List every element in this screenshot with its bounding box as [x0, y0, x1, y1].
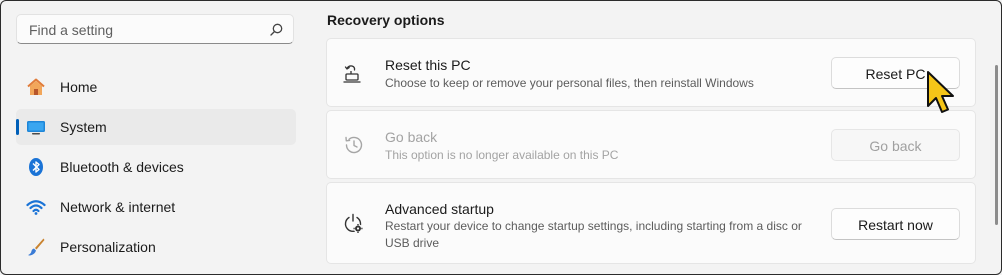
bluetooth-icon — [29, 158, 43, 176]
sidebar-item-system[interactable]: System — [16, 109, 296, 145]
sidebar-item-label: Network & internet — [60, 199, 176, 215]
home-icon — [27, 78, 45, 95]
history-icon — [345, 136, 363, 154]
reset-pc-icon — [343, 65, 361, 83]
sidebar-item-label: Personalization — [60, 239, 156, 255]
advanced-startup-card: Advanced startup Restart your device to … — [326, 182, 976, 264]
advanced-startup-icon — [344, 213, 363, 233]
sidebar-item-personalization[interactable]: Personalization — [16, 229, 296, 265]
option-description: Choose to keep or remove your personal f… — [385, 76, 754, 90]
sidebar-item-label: System — [60, 119, 107, 135]
search-box[interactable] — [16, 14, 294, 44]
section-title: Recovery options — [327, 12, 445, 28]
sidebar-item-home[interactable]: Home — [16, 69, 296, 105]
reset-pc-card: Reset this PC Choose to keep or remove y… — [326, 38, 976, 107]
sidebar-item-label: Bluetooth & devices — [60, 159, 184, 175]
option-description: Restart your device to change startup se… — [385, 219, 802, 250]
option-title: Go back — [385, 129, 438, 145]
restart-now-button[interactable]: Restart now — [831, 208, 960, 240]
sidebar-item-label: Home — [60, 79, 98, 95]
search-icon[interactable] — [270, 23, 283, 36]
option-description: This option is no longer available on th… — [385, 148, 619, 162]
wifi-icon — [26, 200, 46, 215]
scrollbar[interactable] — [995, 65, 998, 225]
settings-window: Home System Bluetooth & devices Network … — [0, 0, 1002, 275]
option-title: Reset this PC — [385, 57, 471, 73]
mouse-cursor-icon — [927, 71, 954, 113]
active-indicator — [16, 119, 19, 135]
system-monitor-icon — [27, 121, 45, 135]
sidebar-item-network[interactable]: Network & internet — [16, 189, 296, 225]
go-back-button[interactable]: Go back — [831, 129, 960, 161]
search-input[interactable] — [27, 20, 266, 40]
sidebar-item-bluetooth[interactable]: Bluetooth & devices — [16, 149, 296, 185]
go-back-card: Go back This option is no longer availab… — [326, 110, 976, 179]
paintbrush-icon — [28, 238, 45, 256]
option-title: Advanced startup — [385, 201, 494, 217]
